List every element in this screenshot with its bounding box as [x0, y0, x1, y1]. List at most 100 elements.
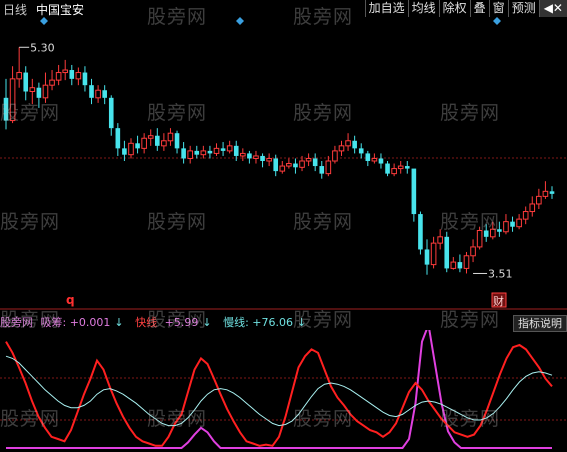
candle-body: [62, 69, 69, 74]
candle-body: [200, 150, 207, 156]
indicator-chart[interactable]: [0, 330, 567, 452]
accum-line: [6, 330, 552, 449]
forecast-button[interactable]: 预测: [507, 0, 539, 17]
candle-body: [273, 158, 279, 172]
stock-name: 中国宝安: [36, 3, 85, 17]
event-marker-icon: [236, 17, 244, 25]
candle-body: [483, 230, 489, 237]
stock-chart-window: 5.30 3.51 q 财 日线 中国宝安 加自选 均线 除权叠窗预测 ◀✕ 股旁网 吸筹:…: [0, 0, 567, 452]
chart-header: 日线 中国宝安 加自选 均线 除权叠窗预测 ◀✕: [0, 0, 567, 18]
fast-line-value: 快线 +5.99 ↓: [135, 316, 212, 329]
candle-body: [167, 132, 174, 142]
candle-body: [489, 228, 496, 238]
event-marker-icon: [493, 17, 501, 25]
candle-body: [266, 157, 272, 162]
close-button[interactable]: ◀✕: [538, 0, 567, 17]
candle-body: [247, 153, 252, 159]
candle-body: [89, 85, 94, 98]
candle-body: [154, 135, 160, 146]
candle-body: [358, 148, 364, 154]
candle-body: [378, 158, 384, 164]
candle-body: [305, 157, 312, 162]
high-price-label: 5.30: [30, 41, 54, 54]
candle-body: [549, 191, 555, 194]
candle-body: [207, 150, 213, 154]
candle-body: [187, 150, 193, 159]
price-chart[interactable]: 5.30 3.51 q 财: [0, 0, 567, 310]
candle-body: [181, 148, 186, 159]
accum-value: 吸筹: +0.001 ↓: [40, 316, 124, 329]
candle-body: [82, 72, 88, 86]
candle-body: [529, 203, 536, 213]
candle-body: [161, 140, 167, 147]
candle-body: [385, 163, 390, 174]
overlay-button[interactable]: 叠: [469, 0, 489, 17]
candle-body: [457, 262, 463, 269]
candle-body: [371, 157, 378, 162]
candle-body: [102, 90, 107, 98]
add-watchlist-button[interactable]: 加自选: [364, 0, 408, 17]
candle-body: [542, 190, 549, 197]
candle-body: [391, 168, 397, 175]
slow-line-value: 慢线: +76.06 ↓: [223, 316, 307, 329]
candle-body: [122, 148, 127, 155]
ex-rights-button[interactable]: 除权: [438, 0, 470, 17]
window-button[interactable]: 窗: [488, 0, 508, 17]
candle-body: [29, 87, 36, 93]
candle-body: [397, 165, 404, 170]
candle-body: [253, 155, 259, 159]
candle-body: [240, 152, 246, 157]
candle-body: [293, 163, 298, 168]
candle-body: [128, 142, 134, 156]
indicator-help-button[interactable]: 指标说明: [513, 315, 567, 332]
q-marker: q: [66, 293, 75, 307]
low-price-label: 3.51: [488, 267, 513, 280]
candle-body: [365, 153, 371, 161]
candle-body: [286, 163, 292, 167]
candle-body: [49, 79, 55, 86]
candle-body: [135, 143, 140, 149]
candle-body: [404, 166, 410, 169]
candle-body: [174, 133, 180, 149]
candle-body: [424, 249, 430, 265]
candle-body: [299, 160, 305, 168]
candle-body: [141, 137, 147, 149]
candle-body: [503, 221, 509, 233]
candle-body: [147, 135, 154, 139]
candle-body: [69, 70, 75, 79]
candle-body: [332, 150, 338, 162]
indicator-legend: 股旁网 吸筹: +0.001 ↓ 快线 +5.99 ↓ 慢线: +76.06 ↓: [0, 314, 314, 330]
candle-body: [325, 160, 332, 175]
candle-body: [522, 211, 529, 220]
candle-body: [312, 158, 318, 167]
indicator-name: 股旁网: [0, 316, 33, 329]
candle-body: [338, 145, 345, 152]
slow-line: [5, 355, 553, 427]
fast-line: [5, 341, 553, 447]
candle-body: [352, 140, 357, 149]
candle-body: [75, 72, 82, 80]
candle-body: [233, 145, 239, 156]
candle-body: [279, 165, 286, 172]
candle-body: [16, 72, 22, 80]
candle-body: [55, 72, 62, 81]
candle-body: [3, 97, 9, 121]
moving-average-button[interactable]: 均线: [407, 0, 439, 17]
candle-body: [23, 72, 29, 92]
candle-body: [213, 147, 220, 154]
candle-body: [9, 78, 16, 122]
candle-body: [497, 229, 502, 232]
candle-body: [345, 140, 351, 147]
chart-toolbar: 加自选 均线 除权叠窗预测 ◀✕: [364, 0, 567, 17]
period-label[interactable]: 日线: [3, 1, 27, 18]
candle-body: [36, 87, 42, 98]
candle-body: [444, 236, 450, 269]
candle-body: [430, 242, 437, 266]
candle-body: [319, 166, 325, 174]
candle-body: [411, 168, 417, 215]
candle-body: [463, 255, 470, 269]
candle-body: [260, 155, 265, 161]
candle-body: [437, 236, 443, 244]
candle-body: [510, 221, 515, 227]
candle-body: [42, 84, 49, 99]
